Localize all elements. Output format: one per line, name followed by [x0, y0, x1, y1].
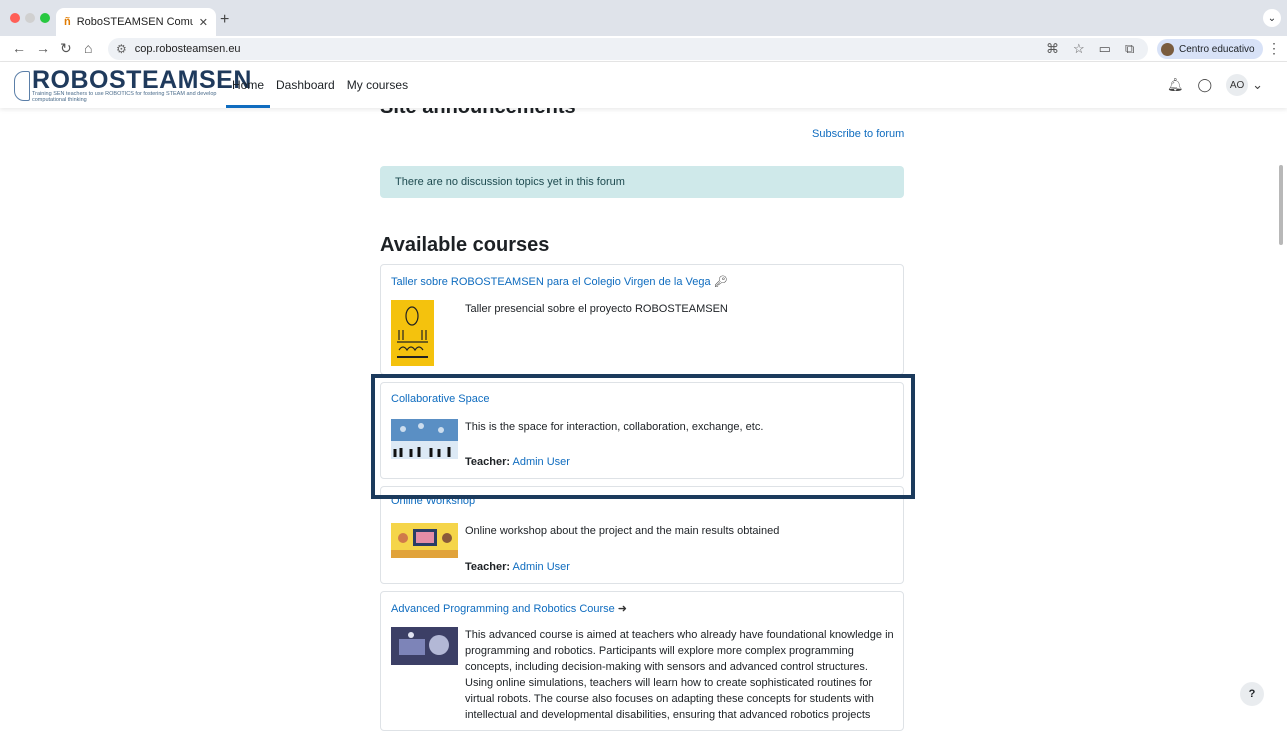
tab-search-icon[interactable]: ⌄: [1263, 9, 1281, 27]
logo-tagline: Training SEN teachers to use ROBOTICS fo…: [32, 91, 217, 103]
back-icon[interactable]: ←: [12, 40, 26, 56]
teacher-label: Teacher:: [465, 561, 511, 573]
course-summary: Online workshop about the project and th…: [465, 525, 780, 537]
new-tab-icon[interactable]: +: [220, 11, 229, 29]
site-favicon-icon: ñ: [64, 16, 71, 28]
maximize-window-button[interactable]: [40, 13, 50, 23]
home-icon[interactable]: ⌂: [84, 40, 92, 56]
reading-mode-icon[interactable]: ▭: [1099, 41, 1111, 57]
course-card: Advanced Programming and Robotics Course…: [380, 591, 904, 731]
subscribe-link[interactable]: Subscribe to forum: [812, 128, 904, 140]
forward-icon[interactable]: →: [36, 40, 50, 56]
translate-icon[interactable]: ⌘: [1046, 41, 1059, 57]
browser-tab[interactable]: ñ RoboSTEAMSEN Comunity of ✕: [56, 8, 216, 36]
course-thumbnail[interactable]: [391, 627, 458, 665]
nav-home[interactable]: Home: [226, 62, 271, 108]
course-title-link[interactable]: Advanced Programming and Robotics Course…: [391, 602, 627, 615]
bookmark-star-icon[interactable]: ☆: [1073, 41, 1085, 57]
nav-my-courses[interactable]: My courses: [341, 62, 414, 108]
browser-toolbar: ← → ↻ ⌂ ⚙ cop.robosteamsen.eu ⌘ ☆ ▭ ⧉ Ce…: [0, 36, 1287, 62]
course-card: Taller sobre ROBOSTEAMSEN para el Colegi…: [380, 264, 904, 375]
reload-icon[interactable]: ↻: [60, 40, 72, 57]
login-arrow-icon: ➜: [617, 603, 627, 615]
tab-title: RoboSTEAMSEN Comunity of: [76, 16, 193, 28]
site-logo[interactable]: ROBOSTEAMSEN Training SEN teachers to us…: [14, 66, 251, 104]
course-title-link[interactable]: Taller sobre ROBOSTEAMSEN para el Colegi…: [391, 275, 728, 288]
browser-tab-bar: ñ RoboSTEAMSEN Comunity of ✕ + ⌄: [0, 0, 1287, 36]
course-title-text: Taller sobre ROBOSTEAMSEN para el Colegi…: [391, 276, 711, 288]
highlight-annotation: [371, 374, 915, 499]
course-summary: This advanced course is aimed at teacher…: [465, 629, 894, 721]
close-tab-icon[interactable]: ✕: [199, 16, 208, 29]
course-summary: Taller presencial sobre el proyecto ROBO…: [465, 303, 728, 315]
user-nav: 🔔︎ ◯ AO ⌄: [1167, 74, 1263, 96]
course-thumbnail[interactable]: [391, 523, 458, 558]
profile-button[interactable]: Centro educativo: [1157, 39, 1263, 59]
profile-avatar: [1161, 42, 1174, 56]
profile-name: Centro educativo: [1179, 43, 1255, 55]
browser-menu-icon[interactable]: ⋮: [1267, 40, 1281, 57]
nav-dashboard[interactable]: Dashboard: [270, 62, 341, 108]
logo-head-icon: [14, 71, 30, 101]
key-icon: 🔑︎: [713, 276, 728, 288]
user-avatar: AO: [1226, 74, 1249, 96]
chevron-down-icon: ⌄: [1252, 77, 1263, 92]
url-text: cop.robosteamsen.eu: [134, 43, 241, 55]
messages-chat-icon[interactable]: ◯: [1198, 77, 1213, 93]
minimize-window-button[interactable]: [25, 13, 35, 23]
help-question-icon[interactable]: ?: [1240, 682, 1264, 706]
course-thumbnail[interactable]: [391, 300, 434, 366]
notifications-bell-icon[interactable]: 🔔︎: [1167, 77, 1184, 93]
site-navbar: ROBOSTEAMSEN Training SEN teachers to us…: [0, 62, 1287, 108]
course-title-text: Advanced Programming and Robotics Course: [391, 603, 615, 615]
close-window-button[interactable]: [10, 13, 20, 23]
course-card: Online Workshop Online workshop about th…: [380, 486, 904, 584]
address-bar[interactable]: ⚙ cop.robosteamsen.eu: [108, 38, 1148, 60]
no-topics-alert: There are no discussion topics yet in th…: [380, 166, 904, 198]
page-scrollbar[interactable]: [1279, 165, 1283, 245]
courses-heading: Available courses: [380, 234, 550, 256]
extensions-icon[interactable]: ⧉: [1125, 41, 1134, 57]
teacher-link[interactable]: Admin User: [513, 561, 570, 573]
address-actions: ⌘ ☆ ▭ ⧉: [1046, 41, 1134, 57]
primary-navigation: Home Dashboard My courses: [226, 62, 414, 108]
course-teacher: Teacher: Admin User: [465, 561, 570, 573]
site-settings-icon[interactable]: ⚙: [116, 42, 127, 56]
user-menu[interactable]: AO ⌄: [1226, 74, 1263, 96]
